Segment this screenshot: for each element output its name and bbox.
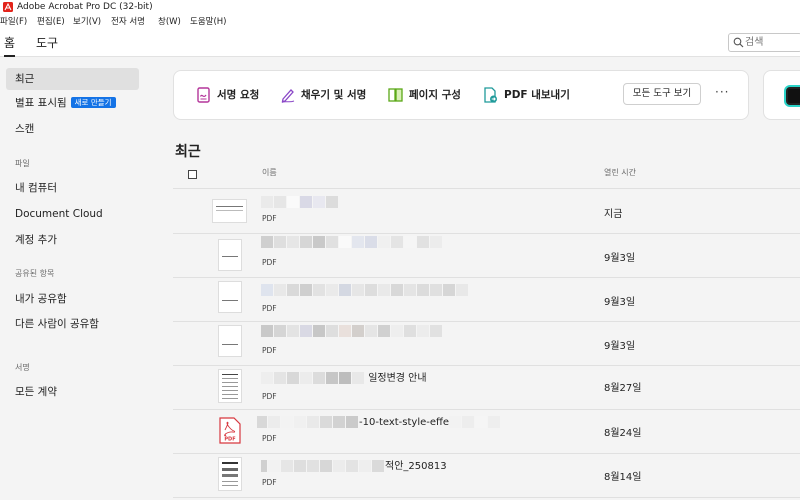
window-title: Adobe Acrobat Pro DC (32-bit) [17,2,153,12]
promo-card[interactable] [763,70,800,120]
sidebar-item-add-account[interactable]: 계정 추가 [6,229,139,251]
sidebar-item-all-agreements[interactable]: 모든 계약 [6,381,139,403]
select-all-checkbox[interactable] [188,170,197,179]
search-icon [733,37,744,48]
file-type: PDF [262,478,277,487]
file-type: PDF [262,304,277,313]
menu-view[interactable]: 보기(V) [73,14,101,30]
export-pdf-icon [484,87,497,103]
sidebar-item-label: 모든 계약 [15,386,57,398]
sidebar-item-label: 스캔 [15,123,35,135]
device-icon [786,87,800,105]
file-name [261,236,443,249]
menu-edit[interactable]: 편집(E) [37,14,65,30]
file-name: -10-text-style-effe [257,416,501,429]
pdf-file-icon: PDF [219,417,241,444]
recommended-tools-panel: 서명 요청 채우기 및 서명 페이지 구성 PDF 내보내기 모든 도구 보기 … [173,70,749,120]
table-row[interactable]: PDF 9월3일 [173,233,800,278]
sidebar-item-document-cloud[interactable]: Document Cloud [6,203,139,225]
sidebar: 최근 별표 표시됨 새로 만들기 스캔 파일 내 컴퓨터 Document Clo… [0,57,145,500]
file-type: PDF [262,258,277,267]
fill-sign-pen-icon [281,89,295,103]
request-signature-icon [197,87,210,103]
sidebar-item-shared-by-me[interactable]: 내가 공유함 [6,288,139,310]
sidebar-item-starred[interactable]: 별표 표시됨 새로 만들기 [6,92,139,114]
opened-time: 9월3일 [604,253,636,264]
table-row[interactable]: 일정변경 안내 PDF 8월27일 [173,365,800,410]
new-badge: 새로 만들기 [70,97,116,108]
opened-time: 9월3일 [604,341,636,352]
table-row[interactable]: PDF 9월3일 [173,321,800,366]
file-thumbnail [218,457,242,491]
tool-label: PDF 내보내기 [504,89,570,101]
sidebar-item-scan[interactable]: 스캔 [6,118,139,140]
opened-time: 8월14일 [604,472,642,483]
view-all-tools-button[interactable]: 모든 도구 보기 [623,83,701,105]
file-type: PDF [262,346,277,355]
file-type: PDF [262,392,277,401]
sidebar-item-label: 내 컴퓨터 [15,182,57,194]
file-thumbnail [212,199,247,223]
opened-time: 8월27일 [604,383,642,394]
menu-file[interactable]: 파일(F) [0,14,27,30]
tool-label: 채우기 및 서명 [301,89,367,101]
menu-e-sign[interactable]: 전자 서명 [111,14,145,30]
column-header-opened[interactable]: 열린 시간 [604,167,636,178]
file-name: 적안_250813 [261,460,447,473]
sidebar-item-label: 최근 [15,73,35,85]
search-box[interactable] [728,33,800,52]
sidebar-item-label: 별표 표시됨 [15,97,67,109]
tool-label: 서명 요청 [217,89,260,101]
file-name [261,325,443,338]
sidebar-item-label: 계정 추가 [15,234,57,246]
section-label-shared: 공유된 항목 [15,269,55,278]
sidebar-item-my-computer[interactable]: 내 컴퓨터 [6,177,139,199]
file-name: 일정변경 안내 [261,372,427,385]
nav-bar: 홈 도구 [0,30,800,57]
file-type: PDF [262,214,277,223]
sidebar-item-label: 다른 사람이 공유함 [15,318,99,330]
table-header: 이름 열린 시간 [173,160,800,189]
tab-tools[interactable]: 도구 [36,34,58,52]
sidebar-item-shared-by-others[interactable]: 다른 사람이 공유함 [6,313,139,335]
opened-time: 9월3일 [604,297,636,308]
opened-time: 지금 [604,209,623,220]
tab-home[interactable]: 홈 [4,34,16,57]
acrobat-logo-icon [3,2,13,12]
column-header-name[interactable]: 이름 [262,167,277,178]
recent-title: 최근 [175,144,201,160]
file-thumbnail [218,369,242,403]
section-label-signatures: 서명 [15,363,30,372]
file-name [261,196,339,209]
tool-label: 페이지 구성 [409,89,461,101]
menu-bar: 파일(F) 편집(E) 보기(V) 전자 서명 창(W) 도움말(H) [0,14,800,30]
file-name [261,284,469,297]
search-input[interactable] [745,35,797,50]
menu-help[interactable]: 도움말(H) [190,14,226,30]
table-row[interactable]: PDF -10-text-style-effe PDF 8월24일 [173,409,800,454]
title-bar: Adobe Acrobat Pro DC (32-bit) [0,0,800,14]
file-thumbnail [218,281,242,313]
sidebar-item-label: Document Cloud [15,208,103,220]
file-thumbnail [218,325,242,357]
table-row[interactable]: PDF 9월3일 [173,277,800,322]
table-row[interactable]: 적안_250813 PDF 8월14일 [173,453,800,498]
organize-pages-icon [388,88,403,102]
sidebar-item-label: 내가 공유함 [15,293,67,305]
file-thumbnail [218,239,242,271]
file-type: PDF [262,434,277,443]
section-label-files: 파일 [15,159,30,168]
table-row[interactable]: PDF 지금 [173,189,800,234]
menu-window[interactable]: 창(W) [158,14,181,30]
svg-text:PDF: PDF [224,437,235,443]
more-options-button[interactable]: ··· [715,85,729,99]
sidebar-item-recent[interactable]: 최근 [6,68,139,90]
opened-time: 8월24일 [604,428,642,439]
